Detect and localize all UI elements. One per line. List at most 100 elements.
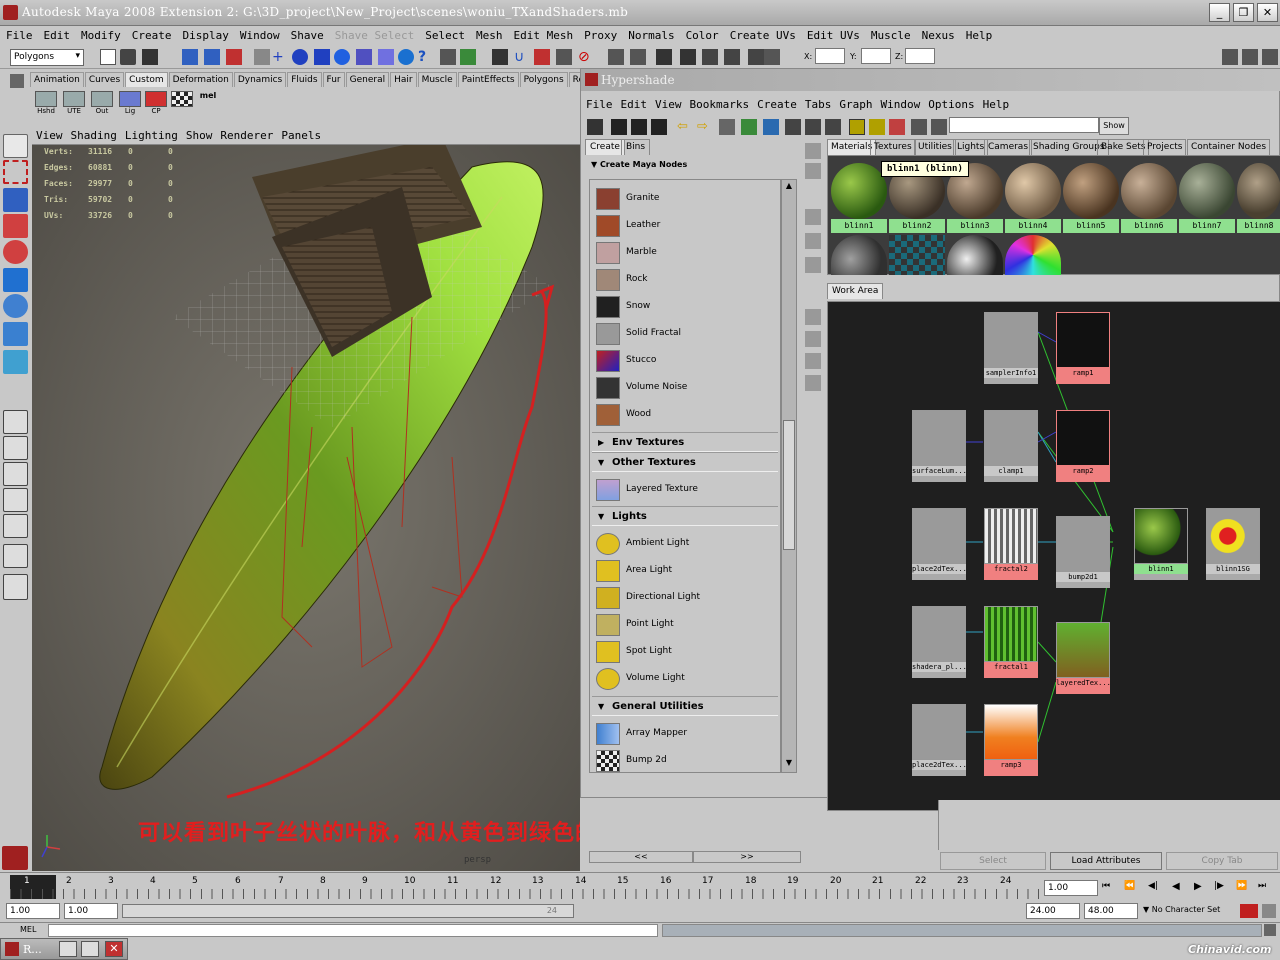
select-button[interactable]: Select xyxy=(940,852,1046,870)
end-time-field[interactable]: 48.00 xyxy=(1084,903,1138,919)
render-view-icon[interactable] xyxy=(680,49,696,65)
node-ramp2[interactable]: ramp2 xyxy=(1056,410,1110,482)
list-item[interactable]: Solid Fractal xyxy=(592,320,778,347)
node-ports[interactable] xyxy=(984,770,1038,776)
universal-manip-icon[interactable] xyxy=(3,294,28,318)
swatch-toggle-icon[interactable] xyxy=(849,119,865,135)
playback-end-field[interactable]: 24.00 xyxy=(1026,903,1080,919)
list-item[interactable]: Ambient Light xyxy=(592,530,778,557)
tab-cameras[interactable]: Cameras xyxy=(984,139,1033,155)
shelf-tab-muscle[interactable]: Muscle xyxy=(417,72,457,87)
menu-nexus[interactable]: Nexus xyxy=(916,26,960,42)
restore-icon[interactable] xyxy=(59,941,77,957)
taskbar-item[interactable]: R... ✕ xyxy=(0,938,128,960)
material-swatch[interactable] xyxy=(1237,163,1280,219)
list-item[interactable]: Area Light xyxy=(592,557,778,584)
script-editor-icon[interactable] xyxy=(1264,924,1276,936)
grid-view-icon[interactable] xyxy=(805,143,821,159)
show-manip-icon[interactable] xyxy=(3,350,28,374)
graph-zoom-icon[interactable] xyxy=(805,353,821,369)
tool-settings-icon[interactable] xyxy=(1262,49,1278,65)
tab-container-nodes[interactable]: Container Nodes xyxy=(1187,139,1271,155)
arrow-right-icon[interactable]: ⇨ xyxy=(697,119,713,135)
list-item[interactable]: Granite xyxy=(592,185,778,212)
graph-network-icon[interactable] xyxy=(763,119,779,135)
construction-history-icon[interactable] xyxy=(656,49,672,65)
hs-menu-file[interactable]: File xyxy=(581,96,616,111)
select-hierarchy-icon[interactable] xyxy=(182,49,198,65)
shelf-button-out[interactable]: Out xyxy=(90,91,114,117)
attribute-editor-icon[interactable] xyxy=(1242,49,1258,65)
menu-muscle[interactable]: Muscle xyxy=(865,26,916,42)
menu-shave[interactable]: Shave xyxy=(285,26,329,42)
node-ports[interactable] xyxy=(984,378,1038,384)
snap-point-icon[interactable] xyxy=(292,49,308,65)
node-ports[interactable] xyxy=(1206,574,1260,580)
four-pane-icon[interactable] xyxy=(3,436,28,460)
material-swatch[interactable] xyxy=(889,235,945,275)
node-bump2d[interactable]: bump2d1 xyxy=(1056,516,1110,588)
vp-menu-show[interactable]: Show xyxy=(182,127,217,142)
node-ports[interactable] xyxy=(984,672,1038,678)
work-area[interactable]: samplerInfo1 ramp1 surfaceLum... clamp1 … xyxy=(827,301,1280,811)
input-icon[interactable] xyxy=(608,49,624,65)
scroll-down-icon[interactable]: ▼ xyxy=(783,758,795,770)
tab-projects[interactable]: Projects xyxy=(1143,139,1187,155)
show-top-tabs-icon[interactable] xyxy=(611,119,627,135)
step-forward-key-icon[interactable]: ⏩ xyxy=(1236,881,1252,897)
go-to-start-icon[interactable]: ⏮ xyxy=(1102,881,1118,897)
connected-attrs-icon[interactable] xyxy=(931,119,947,135)
play-forwards-icon[interactable]: ▶ xyxy=(1194,881,1210,897)
material-swatch[interactable] xyxy=(1063,163,1119,219)
channel-box-icon[interactable] xyxy=(1222,49,1238,65)
shelf-tab-hair[interactable]: Hair xyxy=(390,72,417,87)
menu-edit-mesh[interactable]: Edit Mesh xyxy=(507,26,578,42)
ipr-icon[interactable] xyxy=(398,49,414,65)
list-item[interactable]: Snow xyxy=(592,293,778,320)
list-item[interactable]: Layered Texture xyxy=(592,476,778,503)
section-lights[interactable]: ▼ Lights xyxy=(592,506,778,526)
lasso-tool-icon[interactable] xyxy=(3,160,28,184)
select-object-icon[interactable] xyxy=(204,49,220,65)
vp-menu-lighting[interactable]: Lighting xyxy=(121,127,182,142)
node-ports[interactable] xyxy=(984,476,1038,482)
graph-output-icon[interactable] xyxy=(805,331,821,347)
open-scene-icon[interactable] xyxy=(120,49,136,65)
step-back-frame-icon[interactable]: ◀| xyxy=(1148,881,1164,897)
node-ramp1[interactable]: ramp1 xyxy=(1056,312,1110,384)
layout-graph-icon[interactable] xyxy=(3,462,28,486)
node-ports[interactable] xyxy=(984,574,1038,580)
list-item[interactable]: Marble xyxy=(592,239,778,266)
select-component-icon[interactable] xyxy=(226,49,242,65)
list-item[interactable]: Stucco xyxy=(592,347,778,374)
menu-color[interactable]: Color xyxy=(680,26,724,42)
material-swatch[interactable] xyxy=(1005,163,1061,219)
list-item[interactable]: Wood xyxy=(592,401,778,428)
menu-edit[interactable]: Edit xyxy=(38,26,76,42)
copy-tab-button[interactable]: Copy Tab xyxy=(1166,852,1278,870)
render-current-icon[interactable] xyxy=(702,49,718,65)
toggle-create-bar-icon[interactable] xyxy=(587,119,603,135)
sort-icon[interactable] xyxy=(805,209,821,225)
checker-shelf-icon[interactable] xyxy=(170,91,194,117)
nav-next-button[interactable]: >> xyxy=(693,851,801,863)
mode-select[interactable]: Polygons ▾ xyxy=(10,49,84,66)
tab-create[interactable]: Create xyxy=(585,139,625,155)
rearrange-graph-icon[interactable] xyxy=(741,119,757,135)
list-item[interactable]: Array Mapper xyxy=(592,720,778,747)
list-item[interactable]: Spot Light xyxy=(592,638,778,665)
work-area-tab[interactable]: Work Area xyxy=(827,283,884,299)
vp-menu-renderer[interactable]: Renderer xyxy=(216,127,277,142)
hs-menu-edit[interactable]: Edit xyxy=(616,96,651,111)
node-ramp3[interactable]: ramp3 xyxy=(984,704,1038,776)
scale-tool-icon[interactable] xyxy=(3,268,28,292)
close-button[interactable]: ✕ xyxy=(1257,3,1278,22)
list-view-icon[interactable] xyxy=(805,163,821,179)
layout-options-icon[interactable] xyxy=(3,544,28,568)
shelf-tab-dynamics[interactable]: Dynamics xyxy=(233,72,287,87)
select-tool-icon[interactable] xyxy=(3,134,28,158)
tab-lights[interactable]: Lights xyxy=(953,139,989,155)
hs-menu-create[interactable]: Create xyxy=(752,96,800,111)
playback-start-field[interactable]: 1.00 xyxy=(64,903,118,919)
step-forward-frame-icon[interactable]: |▶ xyxy=(1214,881,1230,897)
